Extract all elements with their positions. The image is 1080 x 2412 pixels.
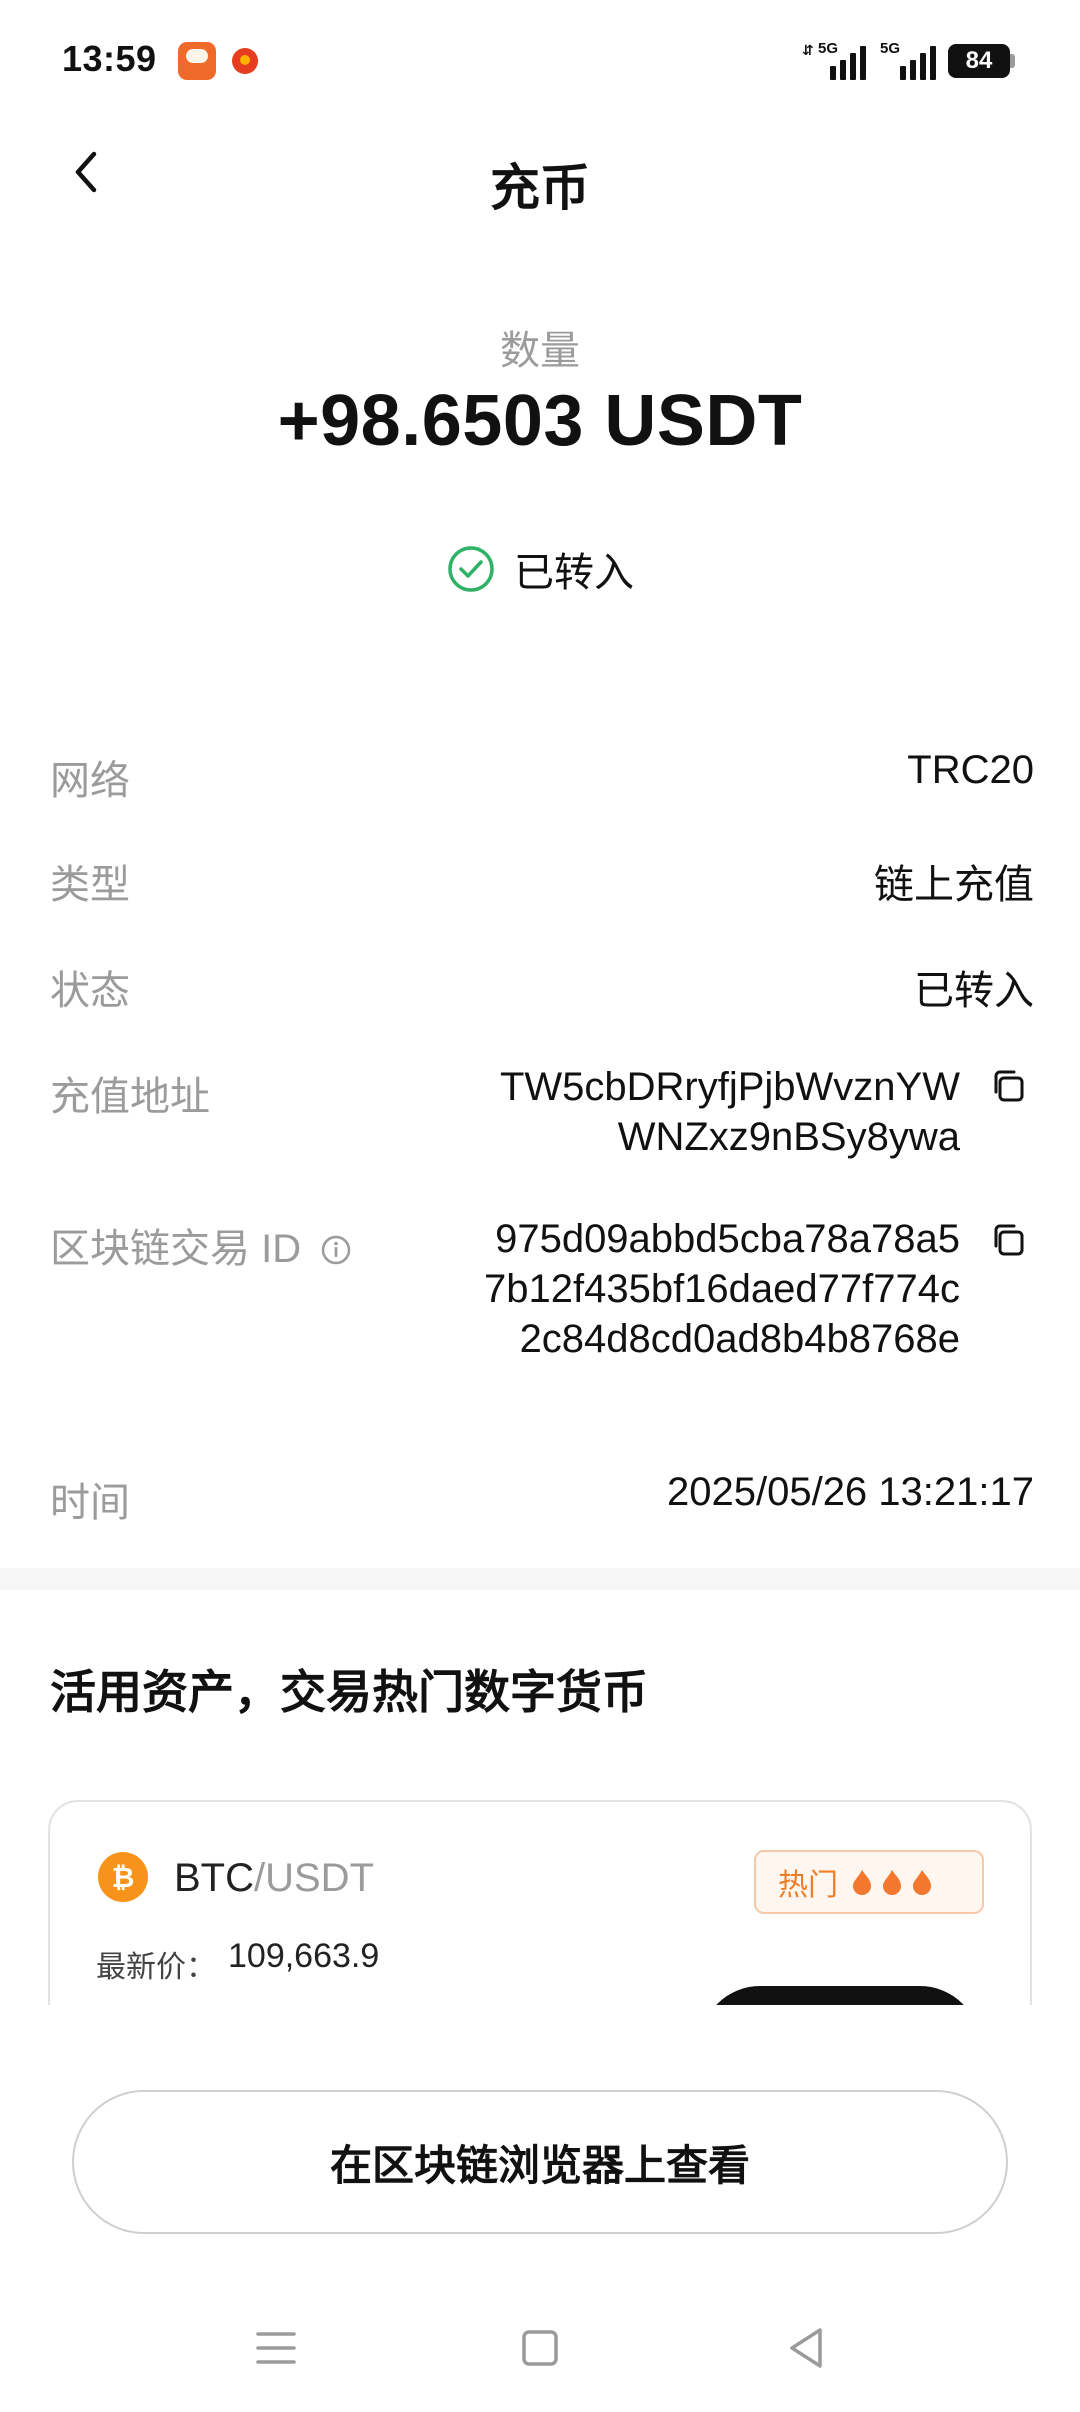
trading-pair: BTC/USDT [174,1856,374,1901]
price-label: 最新价： [96,1951,216,1984]
battery-tip [1010,54,1015,68]
promo-title: 活用资产，交易热门数字货币 [50,1666,648,1718]
txid-label-row: 区块链交易 ID [50,1216,352,1274]
deposit-status: 已转入 [0,540,1080,598]
amount-value: +98.6503 USDT [277,381,803,461]
price-value: 109,663.9 [228,1937,380,1975]
flame-icon [883,1870,901,1895]
network-value: TRC20 [907,748,1034,792]
state-label: 状态 [50,969,130,1013]
address-value: TW5cbDRryfjPjbWvznYWWNZxz9nBSy8ywa [499,1065,960,1159]
menu-icon [256,2332,296,2364]
svg-text:₿: ₿ [112,1861,135,1894]
amount-label: 数量 [500,329,580,373]
nav-home-button[interactable] [514,2322,566,2374]
pair-base: BTC [174,1856,254,1900]
info-icon[interactable] [320,1234,352,1266]
copy-txid-button[interactable] [988,1220,1028,1260]
txid-value: 975d09abbd5cba78a78a57b12f435bf16daed77f… [483,1217,960,1361]
nav-back-button[interactable] [780,2322,832,2374]
network-label: 网络 [50,759,130,803]
signal-1-icon: 5G ⇵ [800,40,870,80]
type-value: 链上充值 [874,863,1034,907]
time-value: 2025/05/26 13:21:17 [666,1470,1034,1514]
status-text: 已转入 [514,551,634,595]
triangle-back-icon [790,2328,822,2368]
app-notification-icon-2 [232,48,258,74]
time-label: 时间 [50,1481,130,1525]
nav-menu-button[interactable] [250,2322,302,2374]
address-label: 充值地址 [50,1075,210,1119]
bitcoin-icon: ₿ [98,1852,148,1902]
page-title: 充币 [490,160,590,216]
copy-icon [994,1070,1024,1102]
battery-indicator: 84 [948,44,1010,78]
copy-icon [994,1224,1024,1256]
section-divider [0,1568,1080,1590]
txid-label: 区块链交易 ID [50,1227,302,1271]
hot-badge: 热门 [754,1850,984,1914]
check-circle-icon [448,546,494,592]
square-icon [522,2330,558,2366]
signal-2-icon: 5G [874,40,940,80]
type-label: 类型 [50,863,130,907]
copy-address-button[interactable] [988,1066,1028,1106]
state-value: 已转入 [914,969,1034,1013]
signal-2-label: 5G [880,40,901,57]
status-time: 13:59 [62,38,157,79]
flame-icon [913,1870,931,1895]
app-notification-icon [178,42,216,80]
pair-quote: /USDT [254,1856,374,1900]
hot-label: 热门 [778,1869,838,1902]
flame-icons [852,1869,932,1895]
signal-1-label: 5G [818,40,839,57]
view-on-explorer-button[interactable]: 在区块链浏览器上查看 [72,2090,1008,2234]
flame-icon [853,1870,871,1895]
